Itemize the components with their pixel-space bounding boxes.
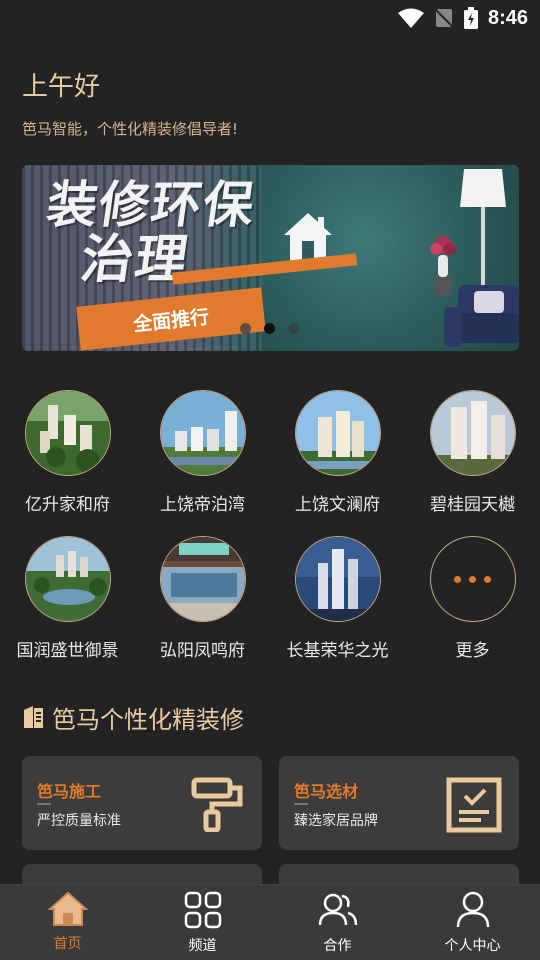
project-name: 上饶帝泊湾 xyxy=(160,495,245,515)
status-time: 8:46 xyxy=(487,6,528,29)
nav-label: 首页 xyxy=(53,936,82,952)
bottom-nav: 首页 频道 合作 个人中心 xyxy=(0,884,540,960)
carousel-dot-active[interactable] xyxy=(264,323,275,334)
home-icon xyxy=(46,891,89,931)
project-thumbnail xyxy=(429,390,516,476)
section-title: 笆马个性化精装修 xyxy=(52,706,244,734)
project-item[interactable]: 碧桂园天樾 xyxy=(405,390,540,515)
carousel-dot[interactable] xyxy=(288,323,299,334)
nav-label: 合作 xyxy=(323,938,352,954)
person-icon xyxy=(455,891,491,933)
card-subtitle: 臻选家居品牌 xyxy=(294,813,378,829)
sofa-image xyxy=(440,277,519,351)
carousel-indicator xyxy=(240,323,299,334)
project-thumbnail xyxy=(159,390,246,476)
more-icon xyxy=(429,536,516,622)
checklist-icon xyxy=(445,776,503,838)
nav-label: 频道 xyxy=(188,938,217,954)
card-divider xyxy=(37,803,51,805)
people-icon xyxy=(318,891,358,933)
project-item[interactable]: 国润盛世御景 xyxy=(0,536,135,661)
more-label: 更多 xyxy=(455,641,490,661)
greeting-title: 上午好 xyxy=(22,72,101,102)
nav-profile[interactable]: 个人中心 xyxy=(405,885,540,960)
battery-charging-icon xyxy=(463,7,478,29)
project-item[interactable]: 亿升家和府 xyxy=(0,390,135,515)
card-title: 笆马施工 xyxy=(37,782,102,801)
carousel-dot[interactable] xyxy=(240,323,251,334)
nav-cooperation[interactable]: 合作 xyxy=(270,885,405,960)
section-header: 笆马个性化精装修 xyxy=(22,700,244,735)
nav-home[interactable]: 首页 xyxy=(0,885,135,960)
project-name: 上饶文澜府 xyxy=(295,495,380,515)
materials-card[interactable]: 笆马选材 臻选家居品牌 xyxy=(279,756,519,850)
project-thumbnail xyxy=(294,390,381,476)
project-item[interactable]: 上饶文澜府 xyxy=(270,390,405,515)
project-name: 长基荣华之光 xyxy=(286,641,389,661)
no-signal-icon xyxy=(434,8,454,28)
project-name: 国润盛世御景 xyxy=(16,641,119,661)
nav-channel[interactable]: 频道 xyxy=(135,885,270,960)
promo-banner[interactable]: 装修环保 治理 全面推行 xyxy=(22,165,519,351)
project-thumbnail xyxy=(159,536,246,622)
project-thumbnail xyxy=(294,536,381,622)
project-item[interactable]: 长基荣华之光 xyxy=(270,536,405,661)
project-name: 碧桂园天樾 xyxy=(430,495,515,515)
building-icon xyxy=(22,704,44,732)
card-divider xyxy=(294,803,308,805)
slogan-text: 笆马智能，个性化精装修倡导者! xyxy=(22,120,239,138)
card-title: 笆马选材 xyxy=(294,782,359,801)
card-subtitle: 严控质量标准 xyxy=(37,813,121,829)
nav-label: 个人中心 xyxy=(444,938,501,954)
project-name: 弘阳凤鸣府 xyxy=(160,641,245,661)
project-thumbnail xyxy=(24,536,111,622)
project-item[interactable]: 弘阳凤鸣府 xyxy=(135,536,270,661)
project-item[interactable]: 上饶帝泊湾 xyxy=(135,390,270,515)
project-name: 亿升家和府 xyxy=(25,495,110,515)
wifi-icon xyxy=(397,8,424,28)
status-bar: 8:46 xyxy=(0,0,540,36)
construction-card[interactable]: 笆马施工 严控质量标准 xyxy=(22,756,262,850)
more-projects[interactable]: 更多 xyxy=(405,536,540,661)
paint-roller-icon xyxy=(190,776,246,836)
grid-icon xyxy=(184,891,222,933)
project-thumbnail xyxy=(24,390,111,476)
